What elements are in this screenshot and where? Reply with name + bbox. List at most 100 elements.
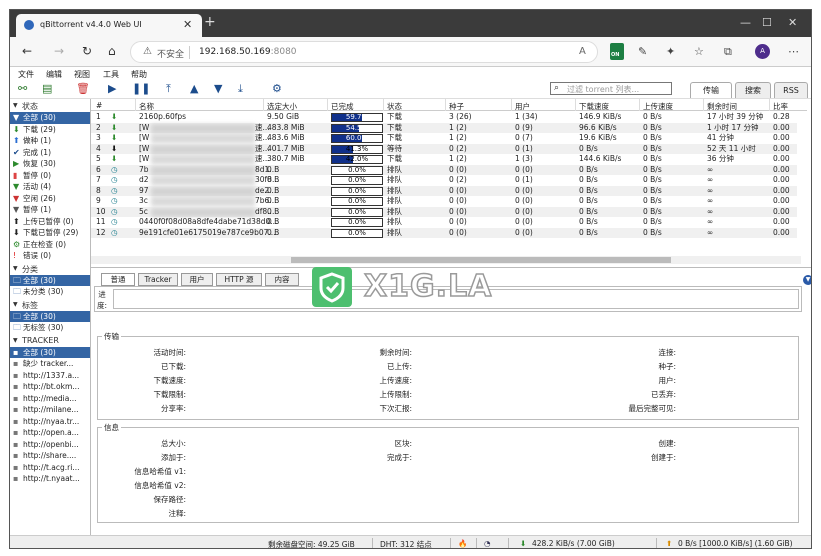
not-secure-label[interactable]: 不安全 <box>157 47 184 60</box>
table-row[interactable]: 4 ⬇ [W 速... 401.7 MiB 41.3% 等待 0 (2) 0 (1) 0 B/s 0… <box>91 143 797 154</box>
category-filter-1[interactable]: 🗀 未分类 (30) <box>10 286 90 298</box>
status-filter-8[interactable]: ▼ 暂停 (1) <box>10 204 90 216</box>
url-text[interactable]: 192.168.50.169:8080 <box>199 47 297 57</box>
tracker-filter-6[interactable]: ▪ http://nyaa.tr... <box>10 416 90 428</box>
read-aloud-icon[interactable]: A <box>579 46 586 57</box>
close-window-icon[interactable]: ✕ <box>788 16 797 29</box>
column-divider[interactable] <box>511 99 512 111</box>
table-row[interactable]: 5 ⬇ [W 速... 380.7 MiB 42.0% 下载 1 (2) 1 (3) 144.6 … <box>91 154 797 165</box>
add-torrent-link-icon[interactable]: ⚯ <box>18 82 27 95</box>
column-header-2[interactable]: 选定大小 <box>267 101 297 112</box>
table-row[interactable]: 1 ⬇ 2160p.60fps 9.50 GiB 59.7% 下载 3 (26) 1 (34)… <box>91 112 797 123</box>
close-tab-icon[interactable]: ✕ <box>183 18 192 31</box>
tag-filter-1[interactable]: 🗀 无标签 (30) <box>10 322 90 334</box>
column-header-1[interactable]: 名称 <box>139 101 154 112</box>
column-divider[interactable] <box>575 99 576 111</box>
column-divider[interactable] <box>383 99 384 111</box>
home-icon[interactable]: ⌂ <box>108 44 116 58</box>
status-filter-7[interactable]: ▼ 空闲 (26) <box>10 193 90 205</box>
puzzle-icon[interactable]: ✦ <box>666 45 675 58</box>
table-row[interactable]: 11 ◷ 0440f0f08d08a8dfe4dabe71d38d0... 0 B 0.… <box>91 217 797 228</box>
table-row[interactable]: 12 ◷ 9e191cfe01e6175019e787ce9b07... 0 B 0.0… <box>91 227 797 238</box>
menu-tools[interactable]: 工具 <box>103 69 119 80</box>
tracker-filter-9[interactable]: ▪ http://share.... <box>10 450 90 462</box>
column-header-10[interactable]: 比率 <box>773 101 788 112</box>
column-header-6[interactable]: 用户 <box>515 101 530 112</box>
column-divider[interactable] <box>445 99 446 111</box>
column-divider[interactable] <box>263 99 264 111</box>
column-header-7[interactable]: 下载速度 <box>579 101 609 112</box>
tracker-filter-3[interactable]: ▪ http://bt.okm... <box>10 381 90 393</box>
category-section-header-collapse-icon[interactable]: ▼ <box>13 265 18 272</box>
reload-icon[interactable]: ↻ <box>82 44 92 58</box>
column-divider[interactable] <box>639 99 640 111</box>
table-row[interactable]: 6 ◷ 7b 8d1... 0 B 0.0% 排队 0 (0) 0 (0) 0 B/s 0 B/s ∞… <box>91 164 797 175</box>
warning-icon[interactable]: ⚠ <box>143 46 152 57</box>
column-divider[interactable] <box>135 99 136 111</box>
url-box[interactable]: ⚠ 不安全 192.168.50.169:8080 A <box>130 41 598 63</box>
tracker-filter-5[interactable]: ▪ http://milane... <box>10 404 90 416</box>
settings-gear-icon[interactable]: ⚙ <box>272 82 282 95</box>
tag-section-header[interactable]: ▼ 标签 <box>10 300 90 311</box>
resume-icon[interactable]: ▶ <box>108 82 116 95</box>
tracker-filter-8[interactable]: ▪ http://openbi... <box>10 439 90 451</box>
menu-file[interactable]: 文件 <box>18 69 34 80</box>
status-filter-2[interactable]: ⬆ 做种 (1) <box>10 135 90 147</box>
status-filter-11[interactable]: ⚙ 正在检查 (0) <box>10 239 90 251</box>
forward-icon[interactable]: → <box>54 44 64 58</box>
prop-tab-2[interactable]: 用户 <box>181 273 213 286</box>
collections-icon[interactable]: ⧉ <box>724 45 732 59</box>
column-divider[interactable] <box>703 99 704 111</box>
extension-on-icon[interactable]: ON <box>610 43 624 60</box>
column-header-9[interactable]: 剩余时间 <box>707 101 737 112</box>
column-header-0[interactable]: # <box>96 101 102 110</box>
extension-icon[interactable]: ✎ <box>638 45 647 58</box>
minimize-icon[interactable]: — <box>740 16 751 29</box>
status-filter-12[interactable]: ! 错误 (0) <box>10 250 90 262</box>
column-header-5[interactable]: 种子 <box>449 101 464 112</box>
torrent-filter-input[interactable]: ⌕ 过滤 torrent 列表... <box>550 82 672 95</box>
pause-icon[interactable]: ❚❚ <box>132 82 150 95</box>
status-filter-5[interactable]: ▮ 暂停 (0) <box>10 170 90 182</box>
tab-transfers[interactable]: 传输 <box>690 82 732 98</box>
status-filter-10[interactable]: ⬇ 下载已暂停 (29) <box>10 227 90 239</box>
favorites-icon[interactable]: ☆ <box>694 45 704 58</box>
table-row[interactable]: 10 ◷ 5c df8... 0 B 0.0% 排队 0 (0) 0 (0) 0 B/s 0 B/s… <box>91 206 797 217</box>
prop-tab-3[interactable]: HTTP 源 <box>216 273 262 286</box>
tab-search[interactable]: 搜索 <box>735 82 771 98</box>
menu-view[interactable]: 视图 <box>74 69 90 80</box>
new-tab-icon[interactable]: + <box>204 14 216 30</box>
collapse-panel-icon[interactable]: ▼ <box>803 275 811 285</box>
status-filter-4[interactable]: ▶ 恢复 (30) <box>10 158 90 170</box>
tracker-filter-11[interactable]: ▪ http://t.nyaat... <box>10 473 90 485</box>
category-filter-0[interactable]: 🗀 全部 (30) <box>10 274 90 286</box>
move-down-icon[interactable]: ▼ <box>214 82 222 95</box>
column-divider[interactable] <box>769 99 770 111</box>
menu-edit[interactable]: 编辑 <box>46 69 62 80</box>
column-header-4[interactable]: 状态 <box>387 101 402 112</box>
tracker-filter-7[interactable]: ▪ http://open.a... <box>10 427 90 439</box>
move-top-icon[interactable]: ⤒ <box>166 82 171 96</box>
status-filter-1[interactable]: ⬇ 下载 (29) <box>10 124 90 136</box>
status-filter-6[interactable]: ▼ 活动 (4) <box>10 181 90 193</box>
tag-filter-0[interactable]: 🗀 全部 (30) <box>10 310 90 322</box>
tracker-filter-2[interactable]: ▪ http://1337.a... <box>10 370 90 382</box>
status-filter-0[interactable]: ▼ 全部 (30) <box>10 112 90 124</box>
column-header-8[interactable]: 上传速度 <box>643 101 673 112</box>
column-divider[interactable] <box>327 99 328 111</box>
menu-help[interactable]: 帮助 <box>131 69 147 80</box>
prop-tab-1[interactable]: Tracker <box>138 273 178 286</box>
add-torrent-file-icon[interactable]: ▤ <box>42 82 52 95</box>
table-row[interactable]: 9 ◷ 3c 7b6... 0 B 0.0% 排队 0 (0) 0 (0) 0 B/s 0 B/s ∞… <box>91 196 797 207</box>
category-section-header[interactable]: ▼ 分类 <box>10 264 90 275</box>
status-filter-3[interactable]: ✔ 完成 (1) <box>10 147 90 159</box>
table-row[interactable]: 7 ◷ d2 30f8... 0 B 0.0% 排队 0 (2) 0 (1) 0 B/s 0 B/s… <box>91 175 797 186</box>
status-filter-9[interactable]: ⬆ 上传已暂停 (0) <box>10 216 90 228</box>
horizontal-scrollbar[interactable] <box>91 256 801 264</box>
back-icon[interactable]: ← <box>22 44 32 58</box>
browser-tab[interactable]: qBittorrent v4.4.0 Web UI ✕ <box>16 14 202 37</box>
tracker-section-header-collapse-icon[interactable]: ▼ <box>13 337 18 344</box>
tracker-filter-10[interactable]: ▪ http://t.acg.ri... <box>10 462 90 474</box>
column-header-3[interactable]: 已完成 <box>331 101 354 112</box>
speed-limit-icon[interactable]: ◔ <box>484 539 491 548</box>
